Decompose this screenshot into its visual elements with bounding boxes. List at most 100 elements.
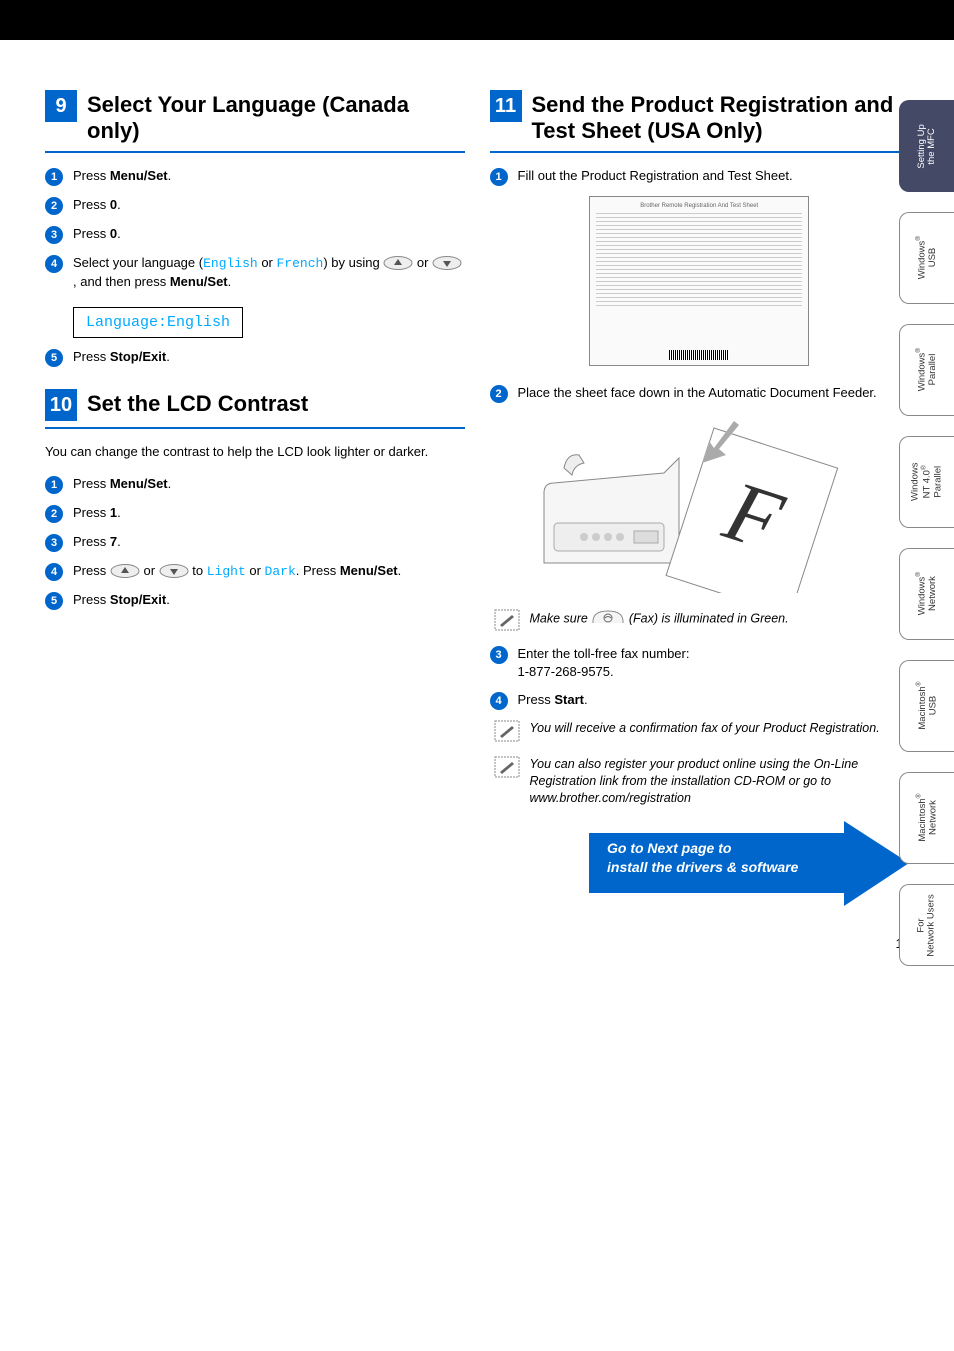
s10-step-1: 1 Press Menu/Set.	[45, 475, 465, 494]
text-bold: 0	[110, 197, 117, 212]
note-icon	[494, 756, 520, 778]
s11-step-2: 2 Place the sheet face down in the Autom…	[490, 384, 910, 403]
step-number: 4	[490, 692, 508, 710]
note-fax-illuminated: Make sure (Fax) is illuminated in Green.	[494, 609, 910, 631]
up-arrow-icon	[383, 256, 413, 270]
step-number: 4	[45, 563, 63, 581]
text: .	[117, 226, 121, 241]
text-bold: Menu/Set	[110, 476, 168, 491]
step-number: 3	[490, 646, 508, 664]
adf-illustration: F	[534, 413, 864, 593]
s10-step-3: 3 Press 7.	[45, 533, 465, 552]
tab-windows-network[interactable]: Windows®Network	[899, 548, 954, 640]
s10-step-4: 4 Press or to Light or Dark. Press Menu/…	[45, 562, 465, 581]
text: . Press	[296, 563, 340, 578]
s11-step-1: 1 Fill out the Product Registration and …	[490, 167, 910, 186]
step-number: 2	[45, 505, 63, 523]
step-number: 1	[45, 476, 63, 494]
text: Press	[518, 692, 555, 707]
text: .	[166, 592, 170, 607]
text-bold: 7	[110, 534, 117, 549]
text: .	[166, 349, 170, 364]
text: .	[228, 274, 232, 289]
note-icon	[494, 609, 520, 631]
s10-step-5: 5 Press Stop/Exit.	[45, 591, 465, 610]
text-bold: Menu/Set	[110, 168, 168, 183]
section-11-title: Send the Product Registration and Test S…	[532, 90, 910, 145]
section-9-heading: 9 Select Your Language (Canada only)	[45, 90, 465, 153]
note-confirmation: You will receive a confirmation fax of y…	[494, 720, 910, 742]
text: or	[417, 255, 432, 270]
tab-windows-nt40-parallel[interactable]: WindowsNT 4.0®Parallel	[899, 436, 954, 528]
section-9-number: 9	[45, 90, 77, 122]
s11-step-3: 3 Enter the toll-free fax number: 1-877-…	[490, 645, 910, 681]
text: 1-877-268-9575.	[518, 663, 910, 681]
lcd-text: French	[277, 256, 324, 271]
text-bold: Stop/Exit	[110, 592, 166, 607]
step-number: 2	[45, 197, 63, 215]
fax-button-icon	[591, 609, 625, 630]
section-10-number: 10	[45, 389, 77, 421]
lcd-display: Language:English	[73, 307, 243, 338]
text: Press	[73, 226, 110, 241]
registration-sheet-illustration: Brother Remote Registration And Test She…	[589, 196, 809, 366]
text: .	[398, 563, 402, 578]
tab-for-network-users[interactable]: ForNetwork Users	[899, 884, 954, 966]
tab-windows-parallel[interactable]: Windows®Parallel	[899, 324, 954, 416]
tab-macintosh-usb[interactable]: Macintosh®USB	[899, 660, 954, 752]
text-bold: 1	[110, 505, 117, 520]
text: Press	[73, 563, 110, 578]
text-bold: 0	[110, 226, 117, 241]
text: .	[168, 476, 172, 491]
down-arrow-icon	[159, 564, 189, 578]
text-bold: Stop/Exit	[110, 349, 166, 364]
text: to	[192, 563, 206, 578]
step-number: 3	[45, 226, 63, 244]
text: Fill out the Product Registration and Te…	[518, 167, 910, 185]
text: or	[246, 563, 265, 578]
section-10-title: Set the LCD Contrast	[87, 389, 308, 417]
left-column: 9 Select Your Language (Canada only) 1 P…	[45, 90, 465, 906]
text: .	[117, 197, 121, 212]
tab-macintosh-network[interactable]: Macintosh®Network	[899, 772, 954, 864]
page-content: 9 Select Your Language (Canada only) 1 P…	[0, 40, 954, 936]
side-tabs: Setting Upthe MFC Windows®USB Windows®Pa…	[899, 100, 954, 966]
section-11-number: 11	[490, 90, 522, 122]
section-11-heading: 11 Send the Product Registration and Tes…	[490, 90, 910, 153]
s9-step-1: 1 Press Menu/Set.	[45, 167, 465, 186]
right-column: 11 Send the Product Registration and Tes…	[490, 90, 910, 906]
text: Select your language (	[73, 255, 203, 270]
text: .	[584, 692, 588, 707]
step-number: 4	[45, 255, 63, 273]
text: ) by using	[323, 255, 383, 270]
s9-step-3: 3 Press 0.	[45, 225, 465, 244]
next-page-line1: Go to Next page to	[607, 839, 798, 858]
lcd-text: Dark	[265, 564, 296, 579]
page-number: 11	[0, 936, 954, 971]
text: or	[258, 255, 277, 270]
text: .	[117, 534, 121, 549]
text: Press	[73, 592, 110, 607]
text-bold: Menu/Set	[340, 563, 398, 578]
step-number: 1	[490, 168, 508, 186]
step-number: 1	[45, 168, 63, 186]
text: Press	[73, 534, 110, 549]
text: , and then press	[73, 274, 170, 289]
s10-step-2: 2 Press 1.	[45, 504, 465, 523]
lcd-text: Light	[207, 564, 246, 579]
section-9-title: Select Your Language (Canada only)	[87, 90, 465, 145]
text: Press	[73, 197, 110, 212]
step-number: 2	[490, 385, 508, 403]
text: Press	[73, 168, 110, 183]
barcode-icon	[669, 350, 729, 360]
s9-step-5: 5 Press Stop/Exit.	[45, 348, 465, 367]
s9-step-2: 2 Press 0.	[45, 196, 465, 215]
tab-setting-up-mfc[interactable]: Setting Upthe MFC	[899, 100, 954, 192]
sheet-title: Brother Remote Registration And Test She…	[596, 203, 802, 209]
tab-windows-usb[interactable]: Windows®USB	[899, 212, 954, 304]
note-online-registration: You can also register your product onlin…	[494, 756, 910, 807]
s9-step-4: 4 Select your language (English or Frenc…	[45, 254, 465, 291]
next-page-line2: install the drivers & software	[607, 858, 798, 877]
step-number: 3	[45, 534, 63, 552]
text: Enter the toll-free fax number:	[518, 645, 910, 663]
